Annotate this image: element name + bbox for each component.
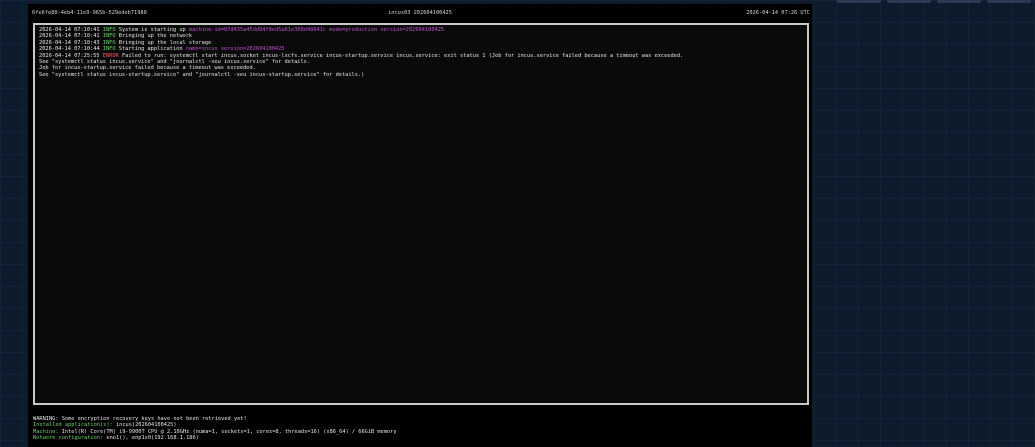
- toolbar-button[interactable]: [937, 0, 981, 3]
- console-header: 6fe6fe80-4eb4-11e9-965b-529edeb71980 inc…: [28, 8, 812, 18]
- clock: 2026-04-14 07:26 UTC: [746, 10, 810, 16]
- status-footer: WARNING: Some encryption recovery keys h…: [33, 416, 397, 441]
- log-screen[interactable]: 2026-04-14 07:10:41 INFO System is start…: [33, 23, 809, 405]
- vm-console[interactable]: 6fe6fe80-4eb4-11e9-965b-529edeb71980 inc…: [28, 4, 812, 447]
- log-line: See "systemctl status incus-startup.serv…: [39, 71, 365, 78]
- network-config: Network configuration: eno1(), enp1s0(19…: [33, 434, 199, 441]
- host-title: incus03 202604100425: [388, 10, 452, 16]
- toolbar-button[interactable]: [837, 0, 881, 3]
- top-toolbar: [837, 0, 1031, 3]
- toolbar-button[interactable]: [887, 0, 931, 3]
- toolbar-button[interactable]: [987, 0, 1031, 3]
